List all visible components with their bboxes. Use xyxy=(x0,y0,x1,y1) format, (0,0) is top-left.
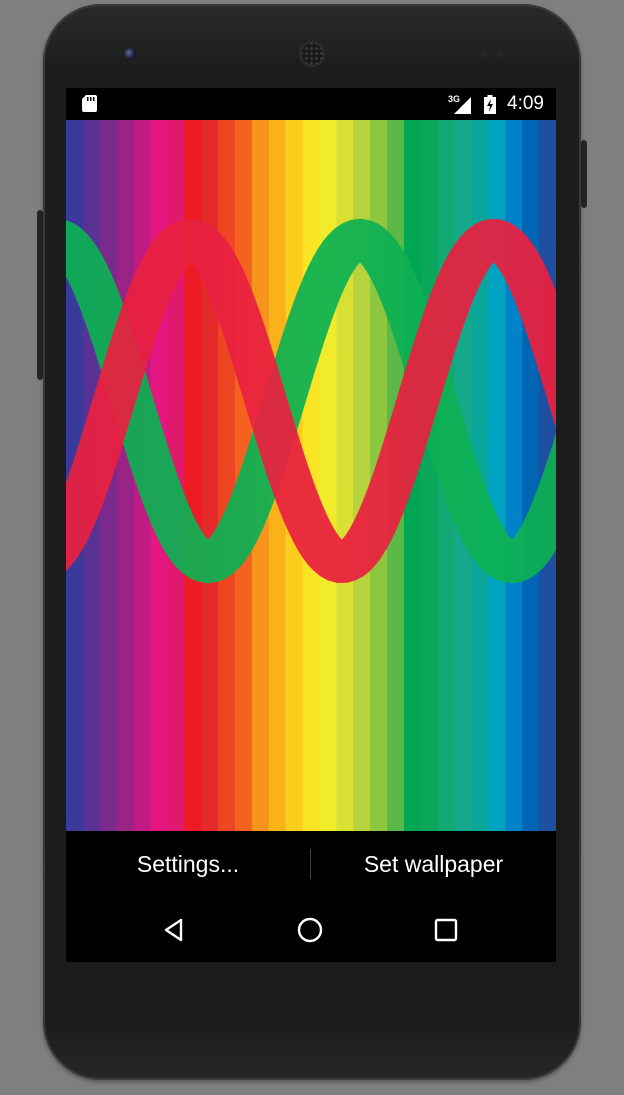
navigation-bar xyxy=(66,897,556,962)
wallpaper-preview xyxy=(66,120,556,831)
front-camera-icon xyxy=(124,48,136,60)
recents-icon xyxy=(434,918,458,941)
set-wallpaper-button[interactable]: Set wallpaper xyxy=(311,831,556,897)
light-sensor-icon xyxy=(496,50,503,57)
sd-card-icon xyxy=(82,95,97,112)
wallpaper-stripe xyxy=(218,120,236,831)
nav-recents-button[interactable] xyxy=(406,897,486,962)
nav-back-button[interactable] xyxy=(134,897,214,962)
battery-charging-icon xyxy=(484,95,496,114)
signal-icon xyxy=(454,97,471,114)
back-icon xyxy=(164,918,183,941)
proximity-sensor-icon xyxy=(480,50,487,57)
wallpaper-stripe xyxy=(420,120,439,831)
earpiece-speaker-icon xyxy=(299,41,325,67)
wallpaper-stripe xyxy=(116,120,135,831)
wallpaper-stripe xyxy=(319,120,337,831)
home-icon xyxy=(297,917,323,942)
power-button xyxy=(581,140,587,208)
nav-home-button[interactable] xyxy=(270,897,350,962)
status-clock: 4:09 xyxy=(507,93,544,114)
phone-screen: 3G 4:09 Settings... Set wallpaper xyxy=(66,88,556,962)
settings-button[interactable]: Settings... xyxy=(66,831,310,897)
live-wallpaper-action-bar: Settings... Set wallpaper xyxy=(66,831,556,897)
status-bar: 3G 4:09 xyxy=(66,88,556,120)
wallpaper-stripe xyxy=(522,120,540,831)
